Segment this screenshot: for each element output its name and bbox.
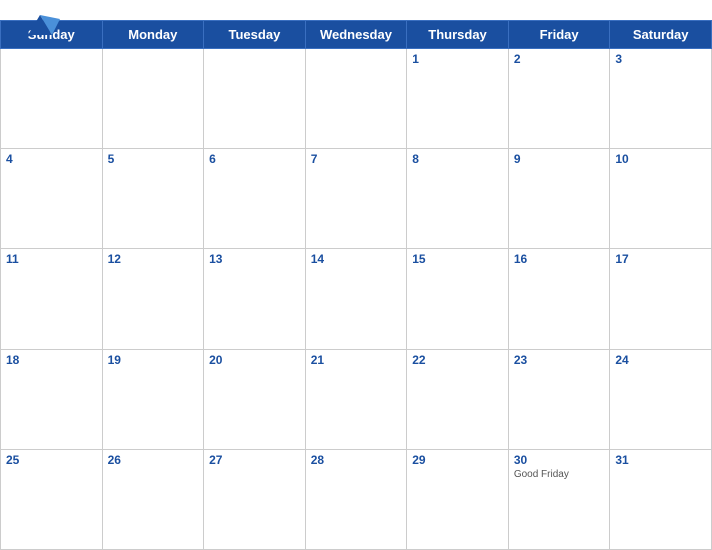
- calendar-cell: 18: [1, 349, 103, 449]
- day-number: 3: [615, 52, 706, 66]
- day-number: 23: [514, 353, 605, 367]
- calendar-cell: 12: [102, 249, 204, 349]
- calendar-cell: 7: [305, 149, 407, 249]
- day-header-tuesday: Tuesday: [204, 21, 306, 49]
- calendar-cell: 27: [204, 449, 306, 549]
- day-number: 13: [209, 252, 300, 266]
- day-number: 19: [108, 353, 199, 367]
- day-number: 9: [514, 152, 605, 166]
- day-header-monday: Monday: [102, 21, 204, 49]
- day-number: 4: [6, 152, 97, 166]
- day-number: 25: [6, 453, 97, 467]
- logo-icon: [20, 10, 60, 40]
- calendar-cell: 11: [1, 249, 103, 349]
- day-number: 12: [108, 252, 199, 266]
- day-number: 29: [412, 453, 503, 467]
- calendar-cell: 16: [508, 249, 610, 349]
- calendar-cell: 10: [610, 149, 712, 249]
- day-number: 14: [311, 252, 402, 266]
- calendar-cell: 29: [407, 449, 509, 549]
- calendar-cell: 1: [407, 49, 509, 149]
- day-number: 18: [6, 353, 97, 367]
- calendar-cell: 24: [610, 349, 712, 449]
- calendar-cell: 5: [102, 149, 204, 249]
- week-row: 456789 10: [1, 149, 712, 249]
- day-number: 5: [108, 152, 199, 166]
- day-header-wednesday: Wednesday: [305, 21, 407, 49]
- day-number: 24: [615, 353, 706, 367]
- day-number: 26: [108, 453, 199, 467]
- calendar-cell: 28: [305, 449, 407, 549]
- calendar-cell: 26: [102, 449, 204, 549]
- day-number: 22: [412, 353, 503, 367]
- calendar-cell: 6: [204, 149, 306, 249]
- calendar-cell: 17: [610, 249, 712, 349]
- calendar-cell: 9: [508, 149, 610, 249]
- day-number: 20: [209, 353, 300, 367]
- calendar-cell: [305, 49, 407, 149]
- calendar-cell: 19: [102, 349, 204, 449]
- calendar-cell: 25: [1, 449, 103, 549]
- logo: [20, 10, 60, 40]
- day-number: 2: [514, 52, 605, 66]
- day-number: 17: [615, 252, 706, 266]
- calendar-cell: 14: [305, 249, 407, 349]
- week-row: 123: [1, 49, 712, 149]
- day-number: 15: [412, 252, 503, 266]
- day-number: 16: [514, 252, 605, 266]
- calendar-cell: 15: [407, 249, 509, 349]
- day-number: 31: [615, 453, 706, 467]
- week-row: 25 26 27 28 29 30 Good Friday 31: [1, 449, 712, 549]
- calendar-table: SundayMondayTuesdayWednesdayThursdayFrid…: [0, 20, 712, 550]
- day-number: 6: [209, 152, 300, 166]
- calendar-cell: 31: [610, 449, 712, 549]
- calendar-cell: 23: [508, 349, 610, 449]
- calendar-cell: 8: [407, 149, 509, 249]
- week-row: 11 12 13 14 15 16 17: [1, 249, 712, 349]
- day-number: 11: [6, 252, 97, 266]
- day-number: 27: [209, 453, 300, 467]
- day-number: 28: [311, 453, 402, 467]
- calendar-header: [0, 0, 712, 20]
- day-number: 8: [412, 152, 503, 166]
- calendar-cell: 4: [1, 149, 103, 249]
- calendar-cell: 2: [508, 49, 610, 149]
- calendar-cell: [204, 49, 306, 149]
- day-number: 7: [311, 152, 402, 166]
- holiday-label: Good Friday: [514, 469, 605, 480]
- calendar-cell: [102, 49, 204, 149]
- day-header-friday: Friday: [508, 21, 610, 49]
- calendar-cell: [1, 49, 103, 149]
- week-row: 18 19 20 21 22 23 24: [1, 349, 712, 449]
- day-header-thursday: Thursday: [407, 21, 509, 49]
- calendar-cell: 13: [204, 249, 306, 349]
- day-number: 30: [514, 453, 605, 467]
- calendar-cell: 3: [610, 49, 712, 149]
- calendar-cell: 20: [204, 349, 306, 449]
- day-header-saturday: Saturday: [610, 21, 712, 49]
- calendar-cell: 21: [305, 349, 407, 449]
- calendar-cell: 22: [407, 349, 509, 449]
- calendar-cell: 30 Good Friday: [508, 449, 610, 549]
- day-headers-row: SundayMondayTuesdayWednesdayThursdayFrid…: [1, 21, 712, 49]
- day-number: 10: [615, 152, 706, 166]
- day-number: 1: [412, 52, 503, 66]
- day-number: 21: [311, 353, 402, 367]
